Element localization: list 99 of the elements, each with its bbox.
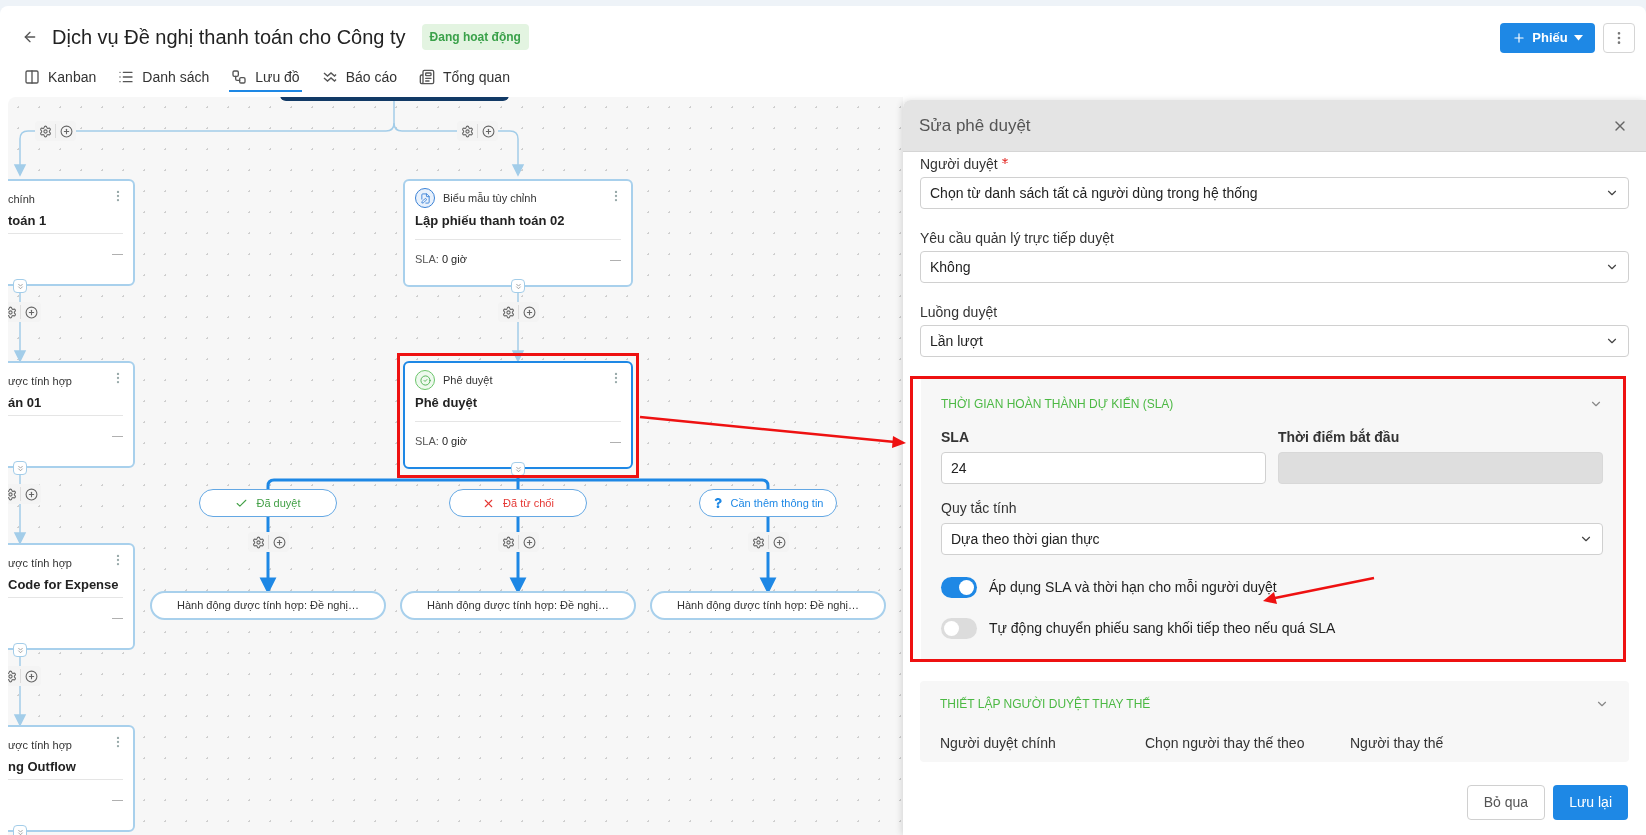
branch-pill[interactable]: Cần thêm thông tin (699, 489, 837, 517)
flow-node-card[interactable]: ược tính hợp án 01 — (8, 361, 135, 468)
node-footer-dash: — (610, 434, 621, 449)
flowchart-icon (231, 69, 248, 85)
select-field[interactable]: Không (920, 251, 1629, 283)
sla-info: SLA: 0 giờ (415, 252, 467, 267)
section-title: THIẾT LẬP NGƯỜI DUYỆT THAY THẾ (940, 695, 1151, 713)
plus-circle-icon (24, 487, 38, 501)
node-title: Code for Expense (8, 576, 119, 594)
column-header: Chọn người thay thế theo (1145, 734, 1306, 753)
node-type-label: ược tính hợp (8, 374, 72, 389)
sla-info: SLA: 0 giờ (415, 434, 467, 449)
new-ticket-button[interactable]: Phiếu (1500, 23, 1595, 53)
flow-node-card[interactable]: Phê duyệt Phê duyệt SLA: 0 giờ — (403, 361, 633, 469)
plus-circle-icon (481, 124, 495, 138)
double-chevron-icon (15, 281, 25, 291)
settings-icon (8, 305, 17, 319)
select-field[interactable]: Dựa theo thời gian thực (941, 523, 1603, 555)
section-title: THỜI GIAN HOÀN THÀNH DỰ KIẾN (SLA) (941, 395, 1174, 413)
save-button[interactable]: Lưu lại (1553, 784, 1628, 820)
plus-circle-icon (522, 305, 536, 319)
status-badge: Đang hoạt động (421, 24, 529, 50)
toggle-switch[interactable] (941, 577, 977, 598)
select-field[interactable]: Chọn từ danh sách tất cả người dùng trong hệ thống (920, 177, 1629, 209)
branch-pill[interactable]: Đã duyệt (199, 489, 337, 517)
node-type-label: Biểu mẫu tùy chỉnh (443, 190, 537, 206)
node-title: Lập phiếu thanh toán 02 (415, 212, 565, 230)
cancel-button[interactable]: Bỏ qua (1466, 784, 1546, 820)
panel-title: Sửa phê duyệt (919, 114, 1031, 137)
double-chevron-icon (15, 827, 25, 835)
node-footer-dash: — (112, 792, 123, 807)
field-label: Người duyệt (920, 154, 998, 174)
settings-icon (501, 305, 515, 319)
settings-icon (8, 669, 17, 683)
question-icon (712, 498, 723, 508)
node-type-label: ược tính hợp (8, 556, 72, 571)
plus-circle-icon (24, 305, 38, 319)
column-header: Người thay thế (1350, 734, 1445, 753)
branch-pill[interactable]: Đã từ chối (449, 489, 587, 517)
view-tab[interactable]: Lưu đồ (229, 64, 302, 92)
field-label: Thời điểm bắt đầu (1278, 427, 1401, 447)
plus-circle-icon (59, 124, 73, 138)
plus-circle-icon (772, 535, 786, 549)
action-node[interactable]: Hành động được tính hợp: Đề nghị… (150, 591, 386, 620)
node-title: án 01 (8, 394, 42, 412)
node-title: toán 1 (8, 212, 47, 230)
flow-node-card[interactable]: ược tính hợp ng Outflow — (8, 725, 135, 832)
select-field[interactable]: Lần lượt (920, 325, 1629, 357)
field-label: Quy tắc tính (941, 499, 1018, 518)
double-chevron-icon (513, 464, 523, 474)
node-footer-dash: — (610, 252, 621, 267)
settings-icon (251, 535, 265, 549)
node-type-label: ược tính hợp (8, 738, 72, 753)
plus-circle-icon (24, 669, 38, 683)
node-title: Phê duyệt (415, 394, 478, 412)
settings-icon (460, 124, 474, 138)
toggle-label: Áp dụng SLA và thời hạn cho mỗi người duyệt (989, 578, 1277, 597)
zigzag-icon (321, 69, 338, 85)
node-type-label: chính (8, 192, 35, 207)
node-title: ng Outflow (8, 758, 76, 776)
collapse-button[interactable] (511, 462, 525, 476)
view-tab[interactable]: Kanban (22, 64, 99, 92)
caret-icon (1573, 35, 1583, 41)
required-icon (1001, 158, 1008, 164)
page-title: Dịch vụ Đề nghị thanh toán cho Công ty (52, 25, 406, 50)
settings-icon (501, 535, 515, 549)
action-node[interactable]: Hành động được tính hợp: Đề nghị… (400, 591, 636, 620)
node-footer-dash: — (112, 246, 123, 261)
view-tab[interactable]: Tổng quan (417, 64, 512, 92)
flow-node-card[interactable]: chính toán 1 — (8, 179, 135, 286)
node-type-label: Phê duyệt (443, 372, 493, 388)
plus-circle-icon (272, 535, 286, 549)
columns-icon (24, 69, 40, 85)
field-label: Yêu cầu quản lý trực tiếp duyệt (920, 228, 1114, 248)
toggle-switch[interactable] (941, 618, 977, 639)
view-tab[interactable]: Danh sách (116, 64, 212, 92)
view-tab[interactable]: Báo cáo (319, 64, 399, 92)
action-node[interactable]: Hành động được tính hợp: Đề nghị… (650, 591, 886, 620)
settings-icon (751, 535, 765, 549)
start-time-field[interactable] (1278, 452, 1603, 484)
settings-icon (8, 487, 17, 501)
toggle-label: Tự động chuyển phiếu sang khối tiếp theo nếu quá SLA (989, 619, 1336, 638)
column-header: Người duyệt chính (940, 734, 1057, 753)
plus-circle-icon (522, 535, 536, 549)
field-label: Luồng duyệt (920, 302, 998, 322)
sla-input[interactable]: 24 (941, 452, 1266, 484)
node-footer-dash: — (112, 610, 123, 625)
flow-node-card[interactable]: Biểu mẫu tùy chỉnh Lập phiếu thanh toán 02 SLA: 0 giờ — (403, 179, 633, 287)
newspaper-icon (419, 69, 435, 85)
plus-icon (1512, 31, 1527, 45)
double-chevron-icon (513, 281, 523, 291)
node-footer-dash: — (112, 428, 123, 443)
form-edit-icon (415, 188, 435, 208)
settings-icon (38, 124, 52, 138)
double-chevron-icon (15, 645, 25, 655)
double-chevron-icon (15, 463, 25, 473)
list-icon (118, 69, 135, 85)
flow-node-card[interactable]: ược tính hợp Code for Expense — (8, 543, 135, 650)
field-label: SLA (941, 428, 970, 447)
